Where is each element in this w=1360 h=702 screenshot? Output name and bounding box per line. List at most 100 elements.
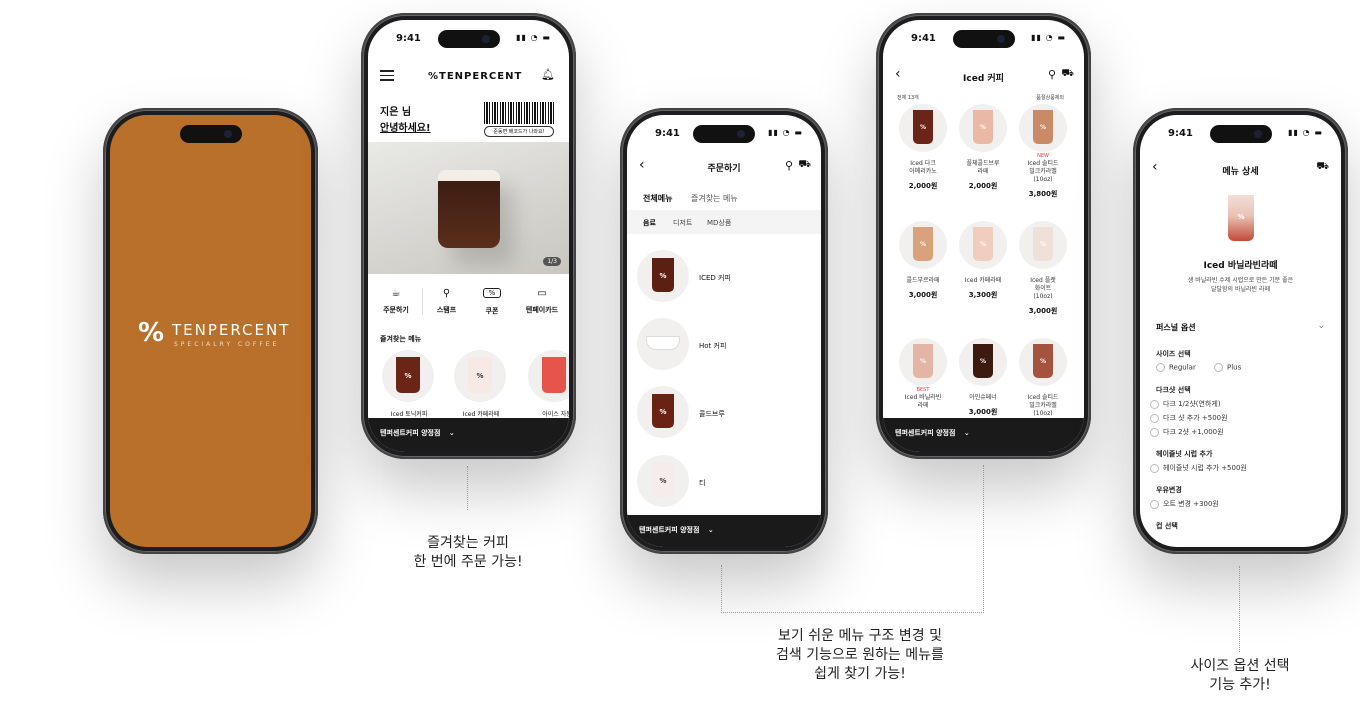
tab-all-menu[interactable]: 전체메뉴	[643, 193, 672, 204]
showcase-stage: % TENPERCENT SPECIALRY COFFEE 9:41 ▮▮ ◔ …	[0, 0, 1360, 702]
search-icon[interactable]: ⚲	[785, 159, 793, 172]
quick-paycard-button[interactable]: ▭ 텐페이카드	[518, 288, 566, 315]
option-label: 다크 2샷 +1,000원	[1163, 428, 1224, 436]
sort-filter[interactable]: 품절상품제외	[1036, 94, 1064, 101]
option-label: 오트 변경 +300원	[1163, 500, 1219, 508]
detail-screen: 9:41 ▮▮ ◔ ▬ ‹ 메뉴 상세 ⛟ % Iced 바닐라빈라떼 생 바닐…	[1140, 115, 1341, 547]
caption-home: 즐겨찾는 커피 한 번에 주문 가능!	[413, 535, 523, 570]
subtab-md[interactable]: MD상품	[707, 218, 731, 228]
quick-paycard-label: 텐페이카드	[525, 306, 559, 314]
product-logo: %	[919, 241, 926, 248]
store-bar[interactable]: 텐퍼센트커피 양정점 ⌄	[883, 418, 1084, 452]
size-option[interactable]: Plus	[1214, 363, 1241, 372]
caption-detail: 사이즈 옵션 선택 기능 추가!	[1190, 658, 1290, 693]
store-name: 텐퍼센트커피 양정점	[380, 429, 441, 437]
product-card[interactable]: % Iced 솔티드 밀크카라멜 (10oz)	[1013, 338, 1073, 418]
quick-order-button[interactable]: ☕︎ 주문하기	[372, 288, 420, 315]
option-item[interactable]: 다크 2샷 +1,000원	[1150, 427, 1224, 437]
app-logo: %TENPERCENT	[428, 71, 523, 82]
option-group-title: 사이즈 선택	[1156, 350, 1191, 358]
product-name: Iced 바닐라빈 라떼	[904, 394, 942, 409]
cart-icon[interactable]: ⛟	[798, 159, 811, 172]
product-logo: %	[979, 241, 986, 248]
radio-icon	[1156, 363, 1165, 372]
chevron-down-icon: ⌄	[707, 526, 714, 534]
promo-banner[interactable]: 1/3	[368, 142, 569, 274]
bell-icon[interactable]: 🔔︎	[541, 68, 555, 81]
subtab-dessert[interactable]: 디저트	[673, 218, 692, 228]
category-coldbrew-image[interactable]: %	[637, 386, 689, 438]
product-card[interactable]: % Iced 카페라떼 3,300원	[953, 221, 1013, 300]
search-icon[interactable]: ⚲	[1048, 68, 1056, 81]
category-coldbrew-label[interactable]: 콜드브루	[699, 409, 725, 419]
card-icon: ▭	[537, 288, 547, 299]
home-screen: 9:41 ▮▮ ◔ ▬ %TENPERCENT 🔔︎ 지은 님 안녕하세요! 준…	[368, 20, 569, 452]
product-logo: %	[979, 124, 986, 131]
option-list: 사이즈 선택 Regular Plus 다크샷 선택 다크 1/2샷(연하게) 다크 샷 …	[1140, 349, 1341, 545]
menu-icon[interactable]	[380, 70, 394, 81]
favorite-item-1[interactable]: %	[382, 350, 434, 402]
product-badge: BEST	[916, 387, 930, 393]
product-card[interactable]: % 콜드부르라떼 3,000원	[893, 221, 953, 300]
quick-coupon-button[interactable]: % 쿠폰	[468, 288, 516, 316]
product-name: Iced 플랫 화이트 (10oz)	[1030, 277, 1056, 300]
phone-order: 9:41 ▮▮ ◔ ▬ ‹ 주문하기 ⚲ ⛟ 전체메뉴 즐겨찾는 메뉴 음료 디…	[620, 108, 828, 554]
product-card[interactable]: % Iced 플랫 화이트 (10oz) 3,000원	[1013, 221, 1073, 316]
size-option[interactable]: Regular	[1156, 363, 1196, 372]
personal-options-header[interactable]: 퍼스널 옵션	[1156, 322, 1196, 333]
cart-icon[interactable]: ⛟	[1316, 161, 1329, 174]
option-item[interactable]: 다크 1/2샷(연하게)	[1150, 399, 1221, 409]
product-name: Iced 솔티드 밀크카라멜 (10oz)	[1027, 160, 1059, 183]
store-bar[interactable]: 텐퍼센트커피 양정점 ⌄	[368, 418, 569, 452]
cup-icon: ☕︎	[391, 288, 401, 299]
product-card[interactable]: % BEST Iced 바닐라빈 라떼	[893, 338, 953, 410]
category-iced-label[interactable]: ICED 커피	[699, 273, 731, 283]
category-iced-image[interactable]: %	[637, 250, 689, 302]
favorite-item-2[interactable]: %	[454, 350, 506, 402]
product-thumbnail: %	[959, 104, 1007, 152]
status-time: 9:41	[396, 33, 421, 44]
product-card[interactable]: % Iced 다크 아메리카노 2,000원	[893, 104, 953, 191]
favorite-label-3: 아이스 자몽	[542, 411, 569, 418]
option-item[interactable]: 오트 변경 +300원	[1150, 499, 1219, 509]
connector-detail	[1239, 566, 1240, 652]
radio-icon	[1150, 499, 1159, 509]
option-group-title: 우유변경	[1156, 486, 1182, 494]
product-logo: %	[919, 358, 926, 365]
category-hot-image[interactable]	[637, 318, 689, 370]
subtab-drinks[interactable]: 음료	[643, 218, 656, 228]
option-group-title: 컵 선택	[1156, 522, 1178, 530]
phone-home: 9:41 ▮▮ ◔ ▬ %TENPERCENT 🔔︎ 지은 님 안녕하세요! 준…	[361, 13, 576, 459]
radio-icon	[1150, 413, 1159, 423]
store-bar[interactable]: 텐퍼센트커피 양정점 ⌄	[627, 515, 821, 547]
product-card[interactable]: % 플체콜드브루 라떼 2,000원	[953, 104, 1013, 191]
barcode[interactable]	[484, 102, 554, 124]
quick-stamp-button[interactable]: ⚲ 스탬프	[422, 288, 470, 315]
quick-coupon-label: 쿠폰	[485, 307, 499, 315]
category-tea-image[interactable]: %	[637, 455, 689, 507]
product-price: 3,000원	[908, 291, 938, 299]
favorite-label-1: Iced 토닉커피	[390, 411, 428, 418]
option-label: 다크 1/2샷(연하게)	[1163, 400, 1221, 408]
signal-wifi-battery-icon: ▮▮ ◔ ▬	[1288, 128, 1323, 137]
category-tea-label[interactable]: 티	[699, 478, 705, 488]
chevron-down-icon[interactable]: ⌄	[1317, 321, 1325, 331]
cart-icon[interactable]: ⛟	[1061, 68, 1074, 81]
banner-coffee-glass	[438, 170, 500, 248]
favorite-label-2: Iced 카페라떼	[462, 411, 500, 418]
category-hot-label[interactable]: Hot 커피	[699, 341, 726, 351]
product-card[interactable]: % NEW Iced 솔티드 밀크카라멜 (10oz) 3,800원	[1013, 104, 1073, 199]
product-name: Iced 솔티드 밀크카라멜 (10oz)	[1027, 394, 1059, 417]
phone-splash: % TENPERCENT SPECIALRY COFFEE	[103, 108, 318, 554]
product-card[interactable]: % 아인슈페너 3,000원	[953, 338, 1013, 417]
phone-list: 9:41 ▮▮ ◔ ▬ ‹ Iced 커피 ⚲ ⛟ 전체 13개 품절상품제외 …	[876, 13, 1091, 459]
product-logo: %	[1237, 213, 1245, 221]
option-item[interactable]: 헤이즐넛 시럽 추가 +500원	[1150, 463, 1247, 473]
dynamic-island	[693, 125, 755, 143]
quick-order-label: 주문하기	[383, 306, 409, 314]
tab-favorites[interactable]: 즐겨찾는 메뉴	[691, 193, 738, 204]
signal-wifi-battery-icon: ▮▮ ◔ ▬	[1031, 33, 1066, 42]
product-description: 생 바닐라빈 수제 시럽으로 만든 기분 좋은 달달함의 바닐라빈 라떼	[1187, 277, 1294, 293]
option-item[interactable]: 다크 샷 추가 +500원	[1150, 413, 1228, 423]
favorite-item-3[interactable]	[528, 350, 569, 402]
